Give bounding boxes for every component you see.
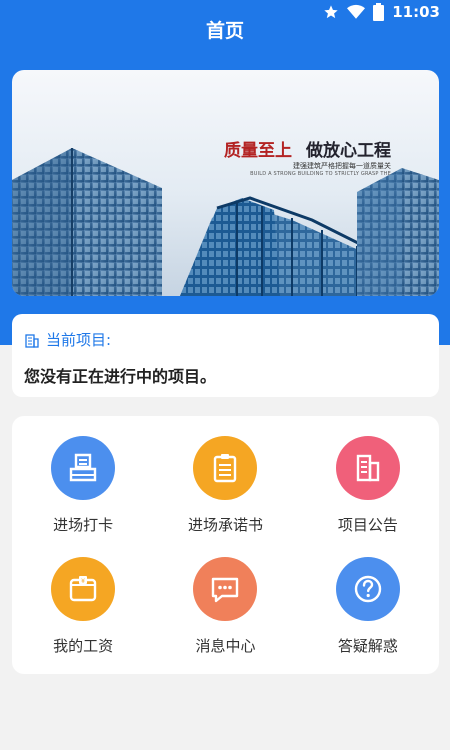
- slogan-part1: 质量至上: [224, 141, 292, 161]
- menu-item-label: 答疑解惑: [337, 637, 398, 655]
- menu-icon-circle: [51, 436, 116, 500]
- menu-card: 进场打卡 进场承诺书 项目公告 ¥ 我的工资 消息中心 答疑解惑: [12, 416, 439, 674]
- svg-text:¥: ¥: [81, 578, 85, 585]
- menu-icon-circle: [193, 557, 258, 621]
- current-project-label: 当前项目:: [24, 329, 111, 350]
- banner-slogan: 质量至上 做放心工程: [224, 136, 391, 161]
- menu-icon-circle: ¥: [51, 557, 116, 621]
- menu-item-commitment[interactable]: 进场承诺书: [154, 436, 296, 535]
- menu-icon-circle: [335, 557, 400, 621]
- menu-icon-circle: [193, 436, 258, 500]
- wallet-icon: ¥: [69, 576, 97, 602]
- menu-item-label: 进场承诺书: [187, 516, 263, 534]
- banner-image[interactable]: 质量至上 做放心工程 建强建筑严格把握每一道质量关 BUILD A STRONG …: [12, 70, 439, 296]
- current-project-card[interactable]: 当前项目: 您没有正在进行中的项目。: [12, 314, 439, 397]
- clipboard-icon: [214, 454, 237, 483]
- building-icon: [25, 333, 39, 348]
- menu-item-label: 进场打卡: [53, 516, 114, 534]
- current-project-value: 您没有正在进行中的项目。: [24, 367, 217, 386]
- menu-icon-circle: [335, 436, 400, 500]
- page-title: 首页: [205, 20, 244, 42]
- slogan-part2: 做放心工程: [306, 141, 391, 161]
- menu-item-announcement[interactable]: 项目公告: [297, 436, 439, 535]
- banner-subtitle-cn: 建强建筑严格把握每一道质量关: [293, 162, 391, 170]
- menu-grid: 进场打卡 进场承诺书 项目公告 ¥ 我的工资 消息中心 答疑解惑: [12, 436, 439, 656]
- question-icon: [354, 575, 382, 603]
- clock-in-icon: [69, 453, 97, 482]
- menu-item-label: 消息中心: [195, 637, 256, 655]
- banner-subtitle-en: BUILD A STRONG BUILDING TO STRICTLY GRAS…: [250, 171, 391, 177]
- menu-item-salary[interactable]: ¥ 我的工资: [12, 557, 154, 656]
- menu-item-clock-in[interactable]: 进场打卡: [12, 436, 154, 535]
- banner-illustration: [12, 70, 439, 296]
- menu-item-messages[interactable]: 消息中心: [154, 557, 296, 656]
- menu-item-faq[interactable]: 答疑解惑: [297, 557, 439, 656]
- message-icon: [212, 577, 239, 603]
- menu-item-label: 项目公告: [337, 516, 398, 534]
- building-icon: [356, 454, 380, 482]
- current-project-label-text: 当前项目:: [46, 331, 112, 349]
- menu-item-label: 我的工资: [53, 637, 114, 655]
